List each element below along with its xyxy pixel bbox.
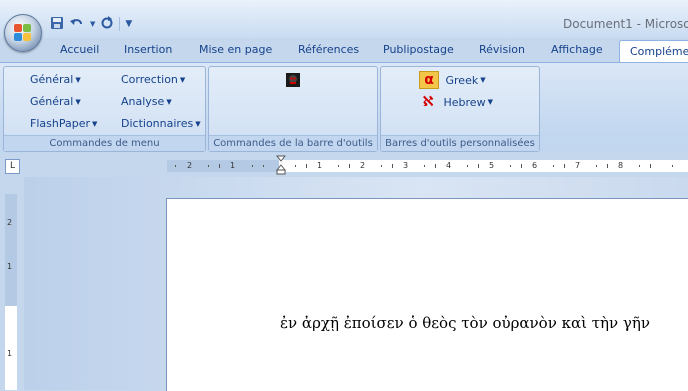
document-text[interactable]: ἐν ἀρχῇ ἐποίσεν ὁ θεὸς τὸν οὐρανὸν καὶ τ…	[280, 314, 650, 332]
chevron-down-icon: ▼	[480, 76, 486, 84]
ribbon-tabs: Accueil Insertion Mise en page Référence…	[0, 40, 688, 65]
menu-analyse-label: Analyse	[121, 95, 165, 108]
undo-dropdown-icon[interactable]: ▼	[90, 20, 95, 28]
menu-general-1[interactable]: Général ▼	[30, 73, 81, 86]
menu-analyse[interactable]: Analyse ▼	[121, 95, 172, 108]
menu-general-2-label: Général	[30, 95, 74, 108]
office-button[interactable]	[4, 14, 42, 52]
ruler-top-margin	[5, 194, 17, 306]
tab-insertion[interactable]: Insertion	[124, 43, 172, 56]
menu-correction-label: Correction	[121, 73, 178, 86]
save-icon[interactable]	[50, 16, 64, 33]
toolbar-greek[interactable]: α Greek ▼	[419, 71, 486, 89]
group-menu-commands: Général ▼ Général ▼ FlashPaper ▼ Correction…	[3, 66, 206, 152]
ruler-tick-label: 2	[7, 218, 13, 227]
group-label-custom-toolbars: Barres d'outils personnalisées	[381, 135, 539, 151]
ruler-tick-label: 1	[7, 349, 13, 358]
chevron-down-icon: ▼	[75, 76, 81, 84]
chevron-down-icon: ▼	[91, 120, 98, 128]
tab-references[interactable]: Références	[298, 43, 359, 56]
tab-publipostage[interactable]: Publipostage	[383, 43, 454, 56]
tab-mise-en-page[interactable]: Mise en page	[199, 43, 272, 56]
macro-tool-icon[interactable]	[285, 72, 301, 91]
group-toolbar-commands: Commandes de la barre d'outils	[208, 66, 378, 152]
group-label-menu-commands: Commandes de menu	[4, 135, 205, 151]
menu-general-1-label: Général	[30, 73, 74, 86]
chevron-down-icon: ▼	[487, 98, 493, 106]
menu-dictionnaires-label: Dictionnaires	[121, 117, 194, 130]
menu-flashpaper[interactable]: FlashPaper ▼	[30, 117, 97, 130]
tab-affichage[interactable]: Affichage	[551, 43, 603, 56]
toolbar-greek-label: Greek	[445, 73, 479, 87]
group-custom-toolbars: α Greek ▼ ℵ Hebrew ▼ Barres d'outils perso…	[380, 66, 540, 152]
toolbar-hebrew[interactable]: ℵ Hebrew ▼	[419, 94, 493, 110]
group-label-toolbar-commands: Commandes de la barre d'outils	[209, 135, 377, 151]
horizontal-ruler[interactable]: 2 1 1 2 3 4 5 6 7 8	[167, 160, 688, 172]
customize-qat-icon[interactable]: ▼	[125, 19, 132, 29]
quick-access-toolbar: ▼ ▼	[50, 13, 132, 35]
toolbar-hebrew-label: Hebrew	[443, 95, 486, 109]
tab-revision[interactable]: Révision	[479, 43, 525, 56]
menu-general-2[interactable]: Général ▼	[30, 95, 81, 108]
hebrew-aleph-icon: ℵ	[422, 94, 434, 110]
office-logo-icon	[14, 24, 32, 42]
chevron-down-icon: ▼	[166, 98, 172, 106]
redo-icon[interactable]	[100, 15, 114, 33]
undo-icon[interactable]	[69, 16, 85, 33]
menu-flashpaper-label: FlashPaper	[30, 117, 90, 130]
qat-separator	[119, 17, 121, 31]
ruler-tick-label: 1	[7, 262, 13, 271]
menu-correction[interactable]: Correction ▼	[121, 73, 185, 86]
document-page[interactable]: ἐν ἀρχῇ ἐποίσεν ὁ θεὸς τὸν οὐρανὸν καὶ τ…	[166, 198, 688, 391]
tab-accueil[interactable]: Accueil	[60, 43, 99, 56]
chevron-down-icon: ▼	[75, 98, 81, 106]
window-title: Document1 - Microsoft	[563, 17, 688, 31]
indent-marker[interactable]	[275, 155, 287, 175]
ribbon: Général ▼ Général ▼ FlashPaper ▼ Correction…	[0, 62, 688, 153]
vertical-ruler[interactable]: 2 1 1	[5, 194, 17, 390]
chevron-down-icon: ▼	[179, 76, 186, 84]
chevron-down-icon: ▼	[195, 120, 201, 128]
menu-dictionnaires[interactable]: Dictionnaires ▼	[121, 117, 201, 130]
tab-selector[interactable]: L	[5, 159, 20, 174]
greek-alpha-icon: α	[419, 71, 439, 89]
